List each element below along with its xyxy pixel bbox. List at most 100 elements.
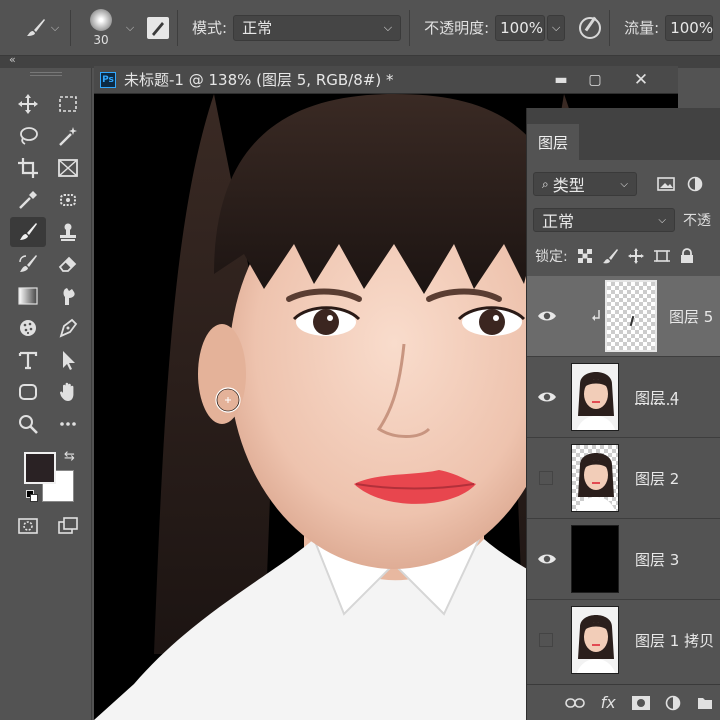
lock-transparency-icon[interactable] xyxy=(577,249,592,263)
eye-icon[interactable] xyxy=(537,387,557,407)
tab-layers[interactable]: 图层 xyxy=(527,124,579,160)
more-tools-button[interactable] xyxy=(50,409,86,439)
quick-mask-icon xyxy=(18,518,38,534)
marquee-icon xyxy=(59,96,77,112)
crop-icon xyxy=(18,158,38,178)
sponge-icon xyxy=(20,320,36,336)
eye-icon[interactable] xyxy=(537,549,557,569)
path-selection-tool[interactable] xyxy=(50,345,86,375)
gradient-tool[interactable] xyxy=(10,281,46,311)
screen-mode-button[interactable] xyxy=(50,511,86,541)
layer-row-3[interactable]: 图层 3 xyxy=(527,519,720,600)
brush-tool[interactable] xyxy=(10,217,46,247)
chevron-down-icon[interactable]: ⌵ xyxy=(123,21,137,35)
panel-tab-bar: 图层 xyxy=(527,108,720,160)
lock-all-icon[interactable] xyxy=(680,248,694,264)
move-tool[interactable] xyxy=(10,89,46,119)
close-button[interactable]: ✕ xyxy=(626,66,656,94)
lasso-tool[interactable] xyxy=(10,121,46,151)
crop-tool[interactable] xyxy=(10,153,46,183)
lock-pixels-icon[interactable] xyxy=(602,248,618,264)
eyedropper-tool[interactable] xyxy=(10,185,46,215)
clone-stamp-tool[interactable] xyxy=(50,217,86,247)
layer-thumbnail xyxy=(571,444,619,512)
maximize-button[interactable]: ▢ xyxy=(580,66,610,94)
adjustment-filter-icon[interactable] xyxy=(687,176,703,192)
brush-preset-picker[interactable]: 30 xyxy=(79,0,123,56)
blend-mode-select[interactable]: 正常 ⌵ xyxy=(533,208,675,232)
move-icon xyxy=(18,94,38,114)
hand-icon xyxy=(59,382,74,401)
layer-row-5[interactable]: 图层 5 xyxy=(527,276,720,357)
filter-kind-value: 类型 xyxy=(552,176,585,195)
eraser-tool[interactable] xyxy=(50,249,86,279)
flow-value: 100% xyxy=(670,18,714,37)
type-icon xyxy=(18,351,38,370)
layer-name[interactable]: 图层 5 xyxy=(669,306,713,327)
marquee-tool[interactable] xyxy=(50,89,86,119)
layer-row-2[interactable]: 图层 2 xyxy=(527,438,720,519)
history-brush-tool[interactable] xyxy=(10,249,46,279)
add-mask-icon[interactable] xyxy=(631,695,650,710)
document-title-bar[interactable]: Ps 未标题-1 @ 138% (图层 5, RGB/8#) * ▬ ▢ ✕ xyxy=(94,66,678,94)
link-layers-icon[interactable] xyxy=(565,696,585,710)
more-icon xyxy=(60,422,76,426)
opacity-input[interactable]: 100% xyxy=(495,14,546,41)
collapse-chevrons-icon[interactable]: « xyxy=(9,53,16,66)
minimize-button[interactable]: ▬ xyxy=(546,66,576,94)
eye-icon[interactable] xyxy=(537,306,557,326)
lock-artboard-icon[interactable] xyxy=(653,248,670,264)
visibility-toggle-empty[interactable] xyxy=(539,471,553,485)
frame-tool[interactable] xyxy=(50,153,86,183)
shape-tool[interactable] xyxy=(10,377,46,407)
smudge-tool[interactable] xyxy=(50,281,86,311)
layer-name[interactable]: 图层 3 xyxy=(635,549,679,570)
new-group-icon[interactable] xyxy=(697,696,713,710)
image-filter-icon[interactable] xyxy=(657,176,675,192)
layer-name[interactable]: 图层 4 xyxy=(635,387,679,408)
brush-settings-toggle-icon[interactable] xyxy=(147,16,169,39)
layer-style-button[interactable]: fx xyxy=(601,693,616,712)
layer-row-1-copy[interactable]: 图层 1 拷贝 xyxy=(527,600,720,681)
toolbar-grip[interactable] xyxy=(30,72,62,76)
opacity-dropdown-button[interactable]: ⌵ xyxy=(547,14,566,41)
foreground-color-swatch[interactable] xyxy=(24,452,56,484)
eraser-icon xyxy=(58,256,77,272)
chevron-down-icon: ⌵ xyxy=(658,214,666,226)
layer-row-4[interactable]: 图层 4 xyxy=(527,357,720,438)
lock-row: 锁定: xyxy=(527,240,720,272)
swap-colors-icon[interactable]: ⇆ xyxy=(64,449,75,464)
mode-select[interactable]: 正常 ⌵ xyxy=(233,14,402,41)
flow-label: 流量: xyxy=(624,19,660,37)
blend-row: 正常 ⌵ 不透 xyxy=(527,204,720,236)
zoom-tool[interactable] xyxy=(10,409,46,439)
healing-brush-tool[interactable] xyxy=(50,185,86,215)
lock-position-icon[interactable] xyxy=(627,248,644,264)
opacity-label: 不透明度: xyxy=(424,19,490,37)
frame-icon xyxy=(58,159,78,177)
lasso-icon xyxy=(20,127,38,145)
divider xyxy=(409,9,411,46)
brush-size-label: 30 xyxy=(93,32,109,47)
tool-preset-picker[interactable]: ⌵ xyxy=(0,0,62,56)
clipping-arrow-icon xyxy=(592,310,600,321)
flow-input[interactable]: 100% xyxy=(665,14,714,41)
brush-tool-icon xyxy=(27,18,45,36)
layer-thumbnail xyxy=(571,606,619,674)
sponge-tool[interactable] xyxy=(10,313,46,343)
mode-value: 正常 xyxy=(242,19,273,37)
search-icon: ⌕ xyxy=(542,176,549,191)
pen-tool[interactable] xyxy=(50,313,86,343)
hand-tool[interactable] xyxy=(50,377,86,407)
filter-kind-select[interactable]: ⌕ 类型 ⌵ xyxy=(533,172,637,196)
pressure-opacity-icon[interactable] xyxy=(579,16,602,39)
default-colors-icon[interactable] xyxy=(26,490,38,502)
visibility-toggle-empty[interactable] xyxy=(539,633,553,647)
quick-mask-button[interactable] xyxy=(10,511,46,541)
adjustment-layer-icon[interactable] xyxy=(665,695,681,711)
type-tool[interactable] xyxy=(10,345,46,375)
magic-wand-tool[interactable] xyxy=(50,121,86,151)
layer-name[interactable]: 图层 1 拷贝 xyxy=(635,630,714,651)
close-icon: ✕ xyxy=(633,70,649,90)
layer-name[interactable]: 图层 2 xyxy=(635,468,679,489)
